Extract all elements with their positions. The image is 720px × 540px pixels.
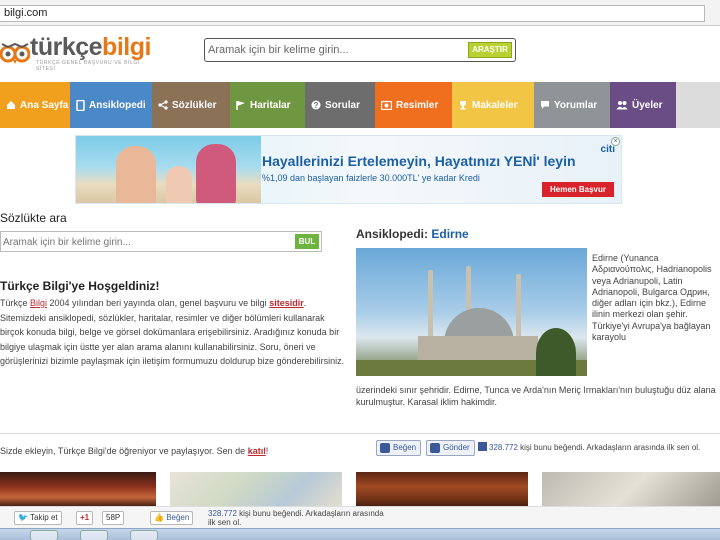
nav-item-members[interactable]: Üyeler bbox=[610, 82, 676, 128]
edirne-mosque-image[interactable] bbox=[356, 248, 587, 376]
facebook-icon bbox=[430, 443, 440, 453]
welcome-title: Türkçe Bilgi'ye Hoşgeldiniz! bbox=[0, 279, 160, 293]
dictionary-search-input[interactable] bbox=[3, 234, 283, 250]
nav-item-comments[interactable]: Yorumlar bbox=[534, 82, 610, 128]
facebook-icon bbox=[380, 443, 390, 453]
nav-item-label: Sorular bbox=[325, 99, 361, 111]
dictionary-title: Sözlükte ara bbox=[0, 211, 67, 225]
nav-item-images[interactable]: Resimler bbox=[375, 82, 452, 128]
ad-person bbox=[166, 166, 192, 203]
home-icon bbox=[7, 101, 15, 109]
dictionary-search: BUL bbox=[0, 231, 322, 252]
site-search-input[interactable] bbox=[208, 41, 463, 59]
flag-icon bbox=[236, 100, 245, 110]
nav-item-encyclopedia[interactable]: Ansiklopedi bbox=[70, 82, 152, 128]
encyclopedia-summary-continued: üzerindeki sınır şehridir. Edirne, Tunca… bbox=[356, 385, 716, 407]
ad-banner[interactable]: Hayallerinizi Ertelemeyin, Hayatınızı YE… bbox=[75, 135, 622, 204]
image-icon bbox=[381, 100, 392, 110]
main-nav: Ana Sayfa Ansiklopedi Sözlükler Haritala… bbox=[0, 82, 720, 128]
facebook-icon bbox=[478, 442, 487, 451]
comment-icon bbox=[541, 101, 549, 109]
ad-cta-button[interactable]: Hemen Başvur bbox=[542, 182, 614, 197]
thumbnail-image[interactable] bbox=[170, 472, 342, 508]
logo-tagline: TÜRKÇE GENEL BAŞVURU VE BİLGİ SİTESİ bbox=[36, 60, 140, 72]
nav-item-label: Ansiklopedi bbox=[89, 99, 146, 111]
ad-headline: Hayallerinizi Ertelemeyin, Hayatınızı YE… bbox=[262, 153, 576, 169]
facebook-like-button[interactable]: Beğen bbox=[376, 440, 422, 456]
owl-logo-icon bbox=[0, 42, 30, 64]
windows-taskbar bbox=[0, 528, 720, 540]
taskbar-button[interactable] bbox=[30, 530, 58, 540]
share-bar: 🐦 Takip et +1 58P 👍 Beğen 328.772 kişi b… bbox=[0, 506, 720, 528]
search-button[interactable]: ARAŞTIR bbox=[468, 42, 512, 58]
divider bbox=[0, 433, 720, 434]
book-icon bbox=[76, 99, 85, 111]
join-link[interactable]: katıl bbox=[248, 446, 266, 456]
ad-beach-image bbox=[76, 136, 261, 203]
nav-item-maps[interactable]: Haritalar bbox=[230, 82, 305, 128]
logo-wordmark: türkçebilgi bbox=[30, 33, 151, 61]
tree bbox=[536, 328, 576, 376]
thumbnail-image[interactable] bbox=[542, 472, 720, 508]
ad-person bbox=[116, 146, 156, 203]
encyclopedia-topic-link[interactable]: Edirne bbox=[431, 227, 468, 241]
browser-address-bar: bilgi.com bbox=[0, 0, 720, 26]
question-icon: ? bbox=[311, 100, 321, 110]
thumbnail-image[interactable] bbox=[356, 472, 528, 508]
join-text: Sizde ekleyin, Türkçe Bilgi'de öğreniyor… bbox=[0, 446, 269, 456]
facebook-like-button[interactable]: 👍 Beğen bbox=[150, 511, 194, 525]
nav-filler bbox=[676, 82, 720, 128]
welcome-paragraph: Türkçe Bilgi 2004 yılından beri yayında … bbox=[0, 298, 345, 366]
nav-item-label: Üyeler bbox=[632, 99, 663, 111]
ad-person bbox=[196, 144, 236, 203]
trophy-icon bbox=[460, 101, 466, 110]
svg-text:?: ? bbox=[314, 101, 319, 110]
nav-item-dictionaries[interactable]: Sözlükler bbox=[152, 82, 230, 128]
site-search: ARAŞTIR bbox=[204, 38, 516, 62]
taskbar-button[interactable] bbox=[130, 530, 158, 540]
thumbnail-image[interactable] bbox=[0, 472, 156, 508]
nav-item-label: Resimler bbox=[396, 99, 439, 111]
ad-close-icon[interactable]: × bbox=[611, 137, 620, 146]
nav-item-label: Ana Sayfa bbox=[20, 99, 69, 111]
site-link[interactable]: sitesidir bbox=[269, 298, 304, 308]
twitter-follow-button[interactable]: 🐦 Takip et bbox=[14, 511, 62, 525]
nav-item-home[interactable]: Ana Sayfa bbox=[0, 82, 70, 128]
nav-item-label: Sözlükler bbox=[172, 99, 217, 111]
bilgi-link[interactable]: Bilgi bbox=[30, 298, 47, 308]
users-icon bbox=[616, 101, 628, 110]
url-field[interactable]: bilgi.com bbox=[0, 5, 705, 22]
google-plus-button[interactable]: +1 bbox=[76, 511, 94, 525]
dictionary-search-button[interactable]: BUL bbox=[295, 234, 319, 249]
facebook-like-count: 328.772 kişi bunu beğendi. Arkadaşların … bbox=[478, 442, 700, 452]
taskbar-button[interactable] bbox=[80, 530, 108, 540]
nav-item-label: Makaleler bbox=[472, 99, 518, 111]
share-bar-like-text: 328.772 kişi bunu beğendi. Arkadaşların … bbox=[208, 509, 384, 527]
nav-item-questions[interactable]: ? Sorular bbox=[305, 82, 375, 128]
encyclopedia-summary: Edirne (Yunanca Αδριανούπολις, Hadrianop… bbox=[592, 253, 712, 343]
google-plus-count: 58P bbox=[102, 511, 125, 525]
share-icon bbox=[158, 100, 168, 110]
nav-item-articles[interactable]: Makaleler bbox=[452, 82, 534, 128]
facebook-send-button[interactable]: Gönder bbox=[426, 440, 475, 456]
ad-subline: %1,09 dan başlayan faizlerle 30.000TL' y… bbox=[262, 173, 480, 183]
nav-item-label: Yorumlar bbox=[554, 99, 598, 111]
site-logo[interactable]: türkçebilgi TÜRKÇE GENEL BAŞVURU VE BİLG… bbox=[0, 30, 160, 74]
encyclopedia-heading: Ansiklopedi: Edirne bbox=[356, 227, 469, 241]
nav-item-label: Haritalar bbox=[250, 99, 291, 111]
